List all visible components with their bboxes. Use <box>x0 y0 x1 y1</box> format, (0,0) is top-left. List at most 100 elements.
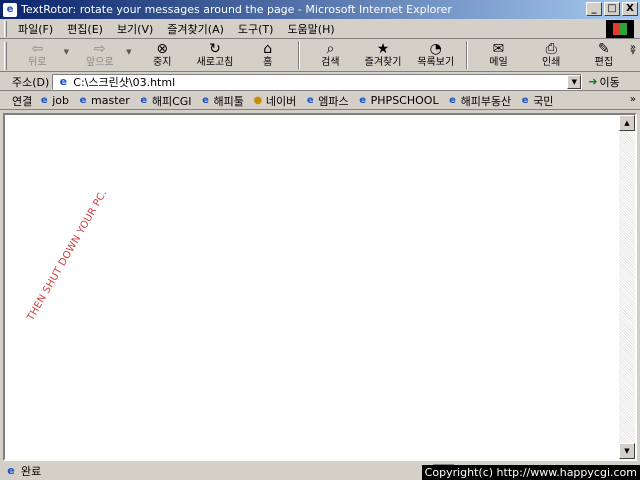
link-master[interactable]: e master <box>77 94 130 107</box>
address-bar: 주소(D) e ▼ ➜ 이동 <box>0 73 640 91</box>
menu-tools[interactable]: 도구(T) <box>231 21 281 37</box>
back-button[interactable]: ⇦ 뒤로 <box>11 40 64 70</box>
rotated-message: THEN SHUT DOWN YOUR PC. <box>25 188 110 323</box>
favorites-button[interactable]: ★ 즐겨찾기 <box>357 40 410 70</box>
link-phpschool[interactable]: e PHPSCHOOL <box>357 94 439 107</box>
links-bar: 연결 e job e master e 해피CGI e 해피툴 ● 네이버 e 엠파스 eP… <box>0 92 640 110</box>
copyright-notice: Copyright(c) http://www.happycgi.com <box>421 465 640 480</box>
favorites-label: 즐겨찾기 <box>364 57 402 68</box>
close-button[interactable]: X <box>622 2 638 16</box>
printer-icon: ⎙ <box>545 41 557 57</box>
back-dropdown[interactable]: ▼ <box>64 40 74 56</box>
back-label: 뒤로 <box>28 57 47 68</box>
link-label: 국민 <box>533 94 554 108</box>
refresh-button[interactable]: ↻ 새로고침 <box>189 40 242 70</box>
window-controls: _ □ X <box>586 2 638 16</box>
address-input[interactable] <box>73 75 564 88</box>
link-empas[interactable]: e 엠파스 <box>304 93 349 109</box>
minimize-button[interactable]: _ <box>586 2 602 16</box>
address-box[interactable]: e ▼ <box>52 73 583 90</box>
menu-edit[interactable]: 편집(E) <box>60 21 110 37</box>
link-page-icon: e <box>449 94 456 106</box>
link-label: PHPSCHOOL <box>370 94 439 107</box>
mail-icon: ✉ <box>492 41 505 57</box>
page-icon: e <box>59 74 68 88</box>
link-happycgi[interactable]: e 해피CGI <box>138 93 192 109</box>
link-page-icon: e <box>40 94 48 106</box>
toolbar-more-chevron[interactable]: » <box>630 42 636 53</box>
refresh-icon: ↻ <box>209 41 221 57</box>
link-kookmin[interactable]: e 국민 <box>519 93 554 109</box>
menu-view[interactable]: 보기(V) <box>110 21 160 37</box>
forward-arrow-icon: ⇨ <box>93 41 106 57</box>
mail-label: 메일 <box>489 57 508 68</box>
history-button[interactable]: ◔ 목록보기 <box>409 40 462 70</box>
link-page-icon: e <box>202 94 209 106</box>
toolbar-separator <box>466 41 469 69</box>
ie-logo-icon: e <box>3 2 17 17</box>
link-label: 해피부동산 <box>460 94 512 108</box>
menu-favorites[interactable]: 즐겨찾기(A) <box>160 21 231 37</box>
home-button[interactable]: ⌂ 홈 <box>241 40 294 70</box>
edit-button[interactable]: ✎ 편집 <box>578 40 631 70</box>
go-button[interactable]: ➜ 이동 <box>588 74 619 90</box>
home-label: 홈 <box>263 57 273 68</box>
forward-label: 앞으로 <box>85 57 114 68</box>
link-label: master <box>91 94 130 107</box>
edit-label: 편집 <box>594 57 614 68</box>
link-naver[interactable]: ● 네이버 <box>252 93 297 109</box>
search-label: 검색 <box>321 57 340 68</box>
search-button[interactable]: ⌕ 검색 <box>304 40 357 70</box>
refresh-label: 새로고침 <box>196 57 234 68</box>
link-page-icon: e <box>521 94 529 106</box>
forward-button[interactable]: ⇨ 앞으로 <box>73 40 126 70</box>
home-icon: ⌂ <box>263 41 273 57</box>
link-happy-realestate[interactable]: e 해피부동산 <box>447 93 512 109</box>
go-label: 이동 <box>599 75 620 89</box>
links-more-chevron[interactable]: » <box>630 94 636 105</box>
link-label: job <box>52 94 70 107</box>
scroll-down-button[interactable]: ▼ <box>619 443 635 459</box>
maximize-button[interactable]: □ <box>604 2 620 16</box>
link-page-icon: e <box>79 94 87 106</box>
link-page-icon: e <box>359 94 367 106</box>
search-icon: ⌕ <box>326 41 335 57</box>
menu-grip[interactable] <box>4 20 7 37</box>
stop-icon: ⊗ <box>156 41 169 57</box>
window-title: TextRotor: rotate your messages around t… <box>21 3 452 16</box>
print-button[interactable]: ⎙ 인쇄 <box>525 40 578 70</box>
page-content[interactable]: THEN SHUT DOWN YOUR PC. ▲ ▼ <box>3 113 637 461</box>
stop-button[interactable]: ⊗ 중지 <box>136 40 189 70</box>
address-dropdown-button[interactable]: ▼ <box>567 74 582 89</box>
link-job[interactable]: e job <box>38 94 69 107</box>
link-label: 해피CGI <box>151 94 192 108</box>
back-arrow-icon: ⇦ <box>31 41 44 57</box>
scroll-up-button[interactable]: ▲ <box>619 115 635 131</box>
naver-icon: ● <box>253 94 263 106</box>
history-icon: ◔ <box>429 41 442 57</box>
stop-label: 중지 <box>153 57 172 68</box>
link-happytool[interactable]: e 해피툴 <box>200 93 244 109</box>
favorites-icon: ★ <box>376 41 390 57</box>
link-page-icon: e <box>140 94 148 106</box>
link-page-icon: e <box>306 94 314 106</box>
edit-icon: ✎ <box>598 41 610 57</box>
status-text: 완료 <box>21 465 42 478</box>
menu-help[interactable]: 도움말(H) <box>280 21 341 37</box>
vertical-scrollbar[interactable]: ▲ ▼ <box>619 115 635 459</box>
mail-button[interactable]: ✉ 메일 <box>472 40 525 70</box>
toolbar-grip[interactable] <box>4 42 7 70</box>
menu-file[interactable]: 파일(F) <box>11 21 60 37</box>
toolbar-separator <box>298 41 301 69</box>
link-label: 네이버 <box>265 94 297 108</box>
history-label: 목록보기 <box>417 57 455 68</box>
forward-dropdown[interactable]: ▼ <box>126 40 136 56</box>
print-label: 인쇄 <box>541 57 561 68</box>
links-label: 연결 <box>12 94 33 108</box>
title-bar[interactable]: e TextRotor: rotate your messages around… <box>0 0 640 19</box>
link-label: 엠파스 <box>318 94 349 108</box>
menu-bar: 파일(F) 편집(E) 보기(V) 즐겨찾기(A) 도구(T) 도움말(H) <box>0 19 640 39</box>
windows-logo-icon <box>606 20 634 38</box>
go-arrow-icon: ➜ <box>588 75 598 88</box>
address-label: 주소(D) <box>12 75 50 89</box>
